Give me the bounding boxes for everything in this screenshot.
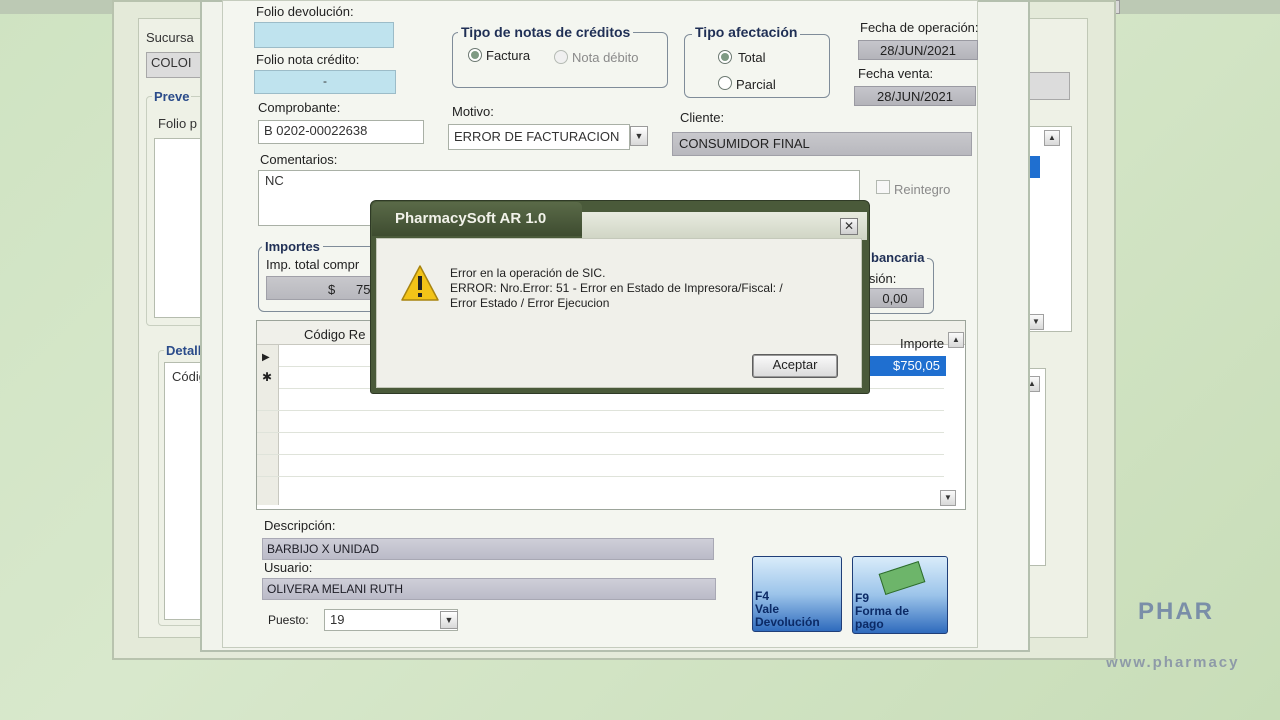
radio-factura-indicator[interactable] xyxy=(468,48,482,62)
folio-devolucion-field[interactable] xyxy=(254,22,394,48)
cliente-label: Cliente: xyxy=(680,110,725,125)
grid-col-codigo[interactable]: Código Re xyxy=(304,327,365,342)
descripcion-label: Descripción: xyxy=(264,518,336,533)
tipo-afectacion-title: Tipo afectación xyxy=(692,24,801,40)
grid-row-line xyxy=(257,410,944,411)
preventa-group-title: Preve xyxy=(152,89,192,104)
radio-parcial[interactable] xyxy=(718,76,732,93)
grid-row-line xyxy=(257,454,944,455)
radio-parcial-label: Parcial xyxy=(736,77,776,92)
radio-total[interactable] xyxy=(718,50,732,67)
new-row-marker-icon: ✱ xyxy=(262,370,273,384)
radio-factura-label: Factura xyxy=(486,48,531,63)
grid-cell-importe[interactable]: $750,05 xyxy=(860,356,946,376)
radio-total-label: Total xyxy=(738,50,766,65)
puesto-select[interactable]: 19 xyxy=(324,609,458,631)
fecha-venta-field[interactable]: 28/JUN/2021 xyxy=(854,86,976,106)
fecha-operacion-label: Fecha de operación: xyxy=(860,20,979,35)
radio-total-indicator[interactable] xyxy=(718,50,732,64)
motivo-select[interactable]: ERROR DE FACTURACION xyxy=(448,124,630,150)
comentarios-label: Comentarios: xyxy=(260,152,338,167)
tipo-notas-title: Tipo de notas de créditos xyxy=(458,24,634,40)
bancaria-label: isión: xyxy=(866,271,897,286)
sucursal-label: Sucursa xyxy=(146,30,194,45)
folio-devolucion-label: Folio devolución: xyxy=(256,4,354,19)
f4-label-2: Devolución xyxy=(755,615,820,629)
forma-pago-text: F9 Forma de pago xyxy=(855,592,909,631)
radio-nota-debito-indicator[interactable] xyxy=(554,50,568,64)
importe-total-value: 75 xyxy=(356,282,371,297)
forma-pago-button[interactable]: F9 Forma de pago xyxy=(852,556,948,634)
current-row-marker-icon: ▶ xyxy=(262,352,270,363)
dialog-message-line: ERROR: Nro.Error: 51 - Error en Estado d… xyxy=(450,281,783,295)
fecha-venta-label: Fecha venta: xyxy=(858,66,934,81)
grid-row-headers xyxy=(257,345,279,505)
bancaria-title: bancaria xyxy=(868,250,928,265)
descripcion-field[interactable]: BARBIJO X UNIDAD xyxy=(262,538,714,560)
dialog-message-line: Error Estado / Error Ejecucion xyxy=(450,296,610,310)
comprobante-label: Comprobante: xyxy=(258,100,341,115)
grid-row-line xyxy=(257,476,944,477)
reintegro-label: Reintegro xyxy=(894,182,951,197)
dialog-message-line: Error en la operación de SIC. xyxy=(450,266,606,280)
radio-factura[interactable] xyxy=(468,48,482,65)
folio-nota-credito-field[interactable]: - xyxy=(254,70,396,94)
f9-label-2: pago xyxy=(855,617,884,631)
bg-scroll-down[interactable]: ▼ xyxy=(1028,314,1044,330)
vale-devolucion-text: F4 Vale Devolución xyxy=(755,590,820,629)
grid-col-importe[interactable]: Importe xyxy=(900,336,944,351)
money-icon xyxy=(878,561,926,595)
fecha-operacion-field[interactable]: 28/JUN/2021 xyxy=(858,40,978,60)
folio-nota-credito-label: Folio nota crédito: xyxy=(256,52,360,67)
importe-total-currency: $ xyxy=(328,282,336,297)
brand-logo: PHAR xyxy=(1138,598,1215,625)
dialog-close-icon[interactable]: ✕ xyxy=(840,218,858,235)
radio-nota-debito[interactable] xyxy=(554,50,568,67)
grid-row-line xyxy=(257,432,944,433)
brand-url: www.pharmacy xyxy=(1106,654,1240,671)
warning-icon xyxy=(400,264,440,302)
bancaria-field[interactable]: 0,00 xyxy=(866,288,924,308)
radio-nota-debito-label: Nota débito xyxy=(572,50,639,65)
importes-title: Importes xyxy=(262,239,323,254)
detalle-group-title: Detall xyxy=(164,343,204,358)
dialog-title: PharmacySoft AR 1.0 xyxy=(395,210,547,227)
cliente-field[interactable]: CONSUMIDOR FINAL xyxy=(672,132,972,156)
usuario-label: Usuario: xyxy=(264,560,313,575)
reintegro-checkbox[interactable] xyxy=(876,180,890,194)
radio-parcial-indicator[interactable] xyxy=(718,76,732,90)
dialog-message: Error en la operación de SIC. ERROR: Nro… xyxy=(450,266,850,311)
grid-scroll-up-icon[interactable]: ▲ xyxy=(948,332,964,348)
puesto-dropdown-icon[interactable]: ▼ xyxy=(440,611,458,629)
dialog-titlebar-right xyxy=(582,212,867,240)
motivo-dropdown-icon[interactable]: ▼ xyxy=(630,126,648,146)
motivo-label: Motivo: xyxy=(452,104,494,119)
grid-scroll-down-icon[interactable]: ▼ xyxy=(940,490,956,506)
vale-devolucion-button[interactable]: F4 Vale Devolución xyxy=(752,556,842,632)
comprobante-field[interactable]: B 0202-00022638 xyxy=(258,120,424,144)
importe-total-label: Imp. total compr xyxy=(266,257,360,272)
bg-scroll-up[interactable]: ▲ xyxy=(1044,130,1060,146)
folio-preventa-label: Folio p xyxy=(158,116,198,131)
puesto-label: Puesto: xyxy=(268,613,309,627)
aceptar-button[interactable]: Aceptar xyxy=(752,354,838,378)
usuario-field[interactable]: OLIVERA MELANI RUTH xyxy=(262,578,716,600)
